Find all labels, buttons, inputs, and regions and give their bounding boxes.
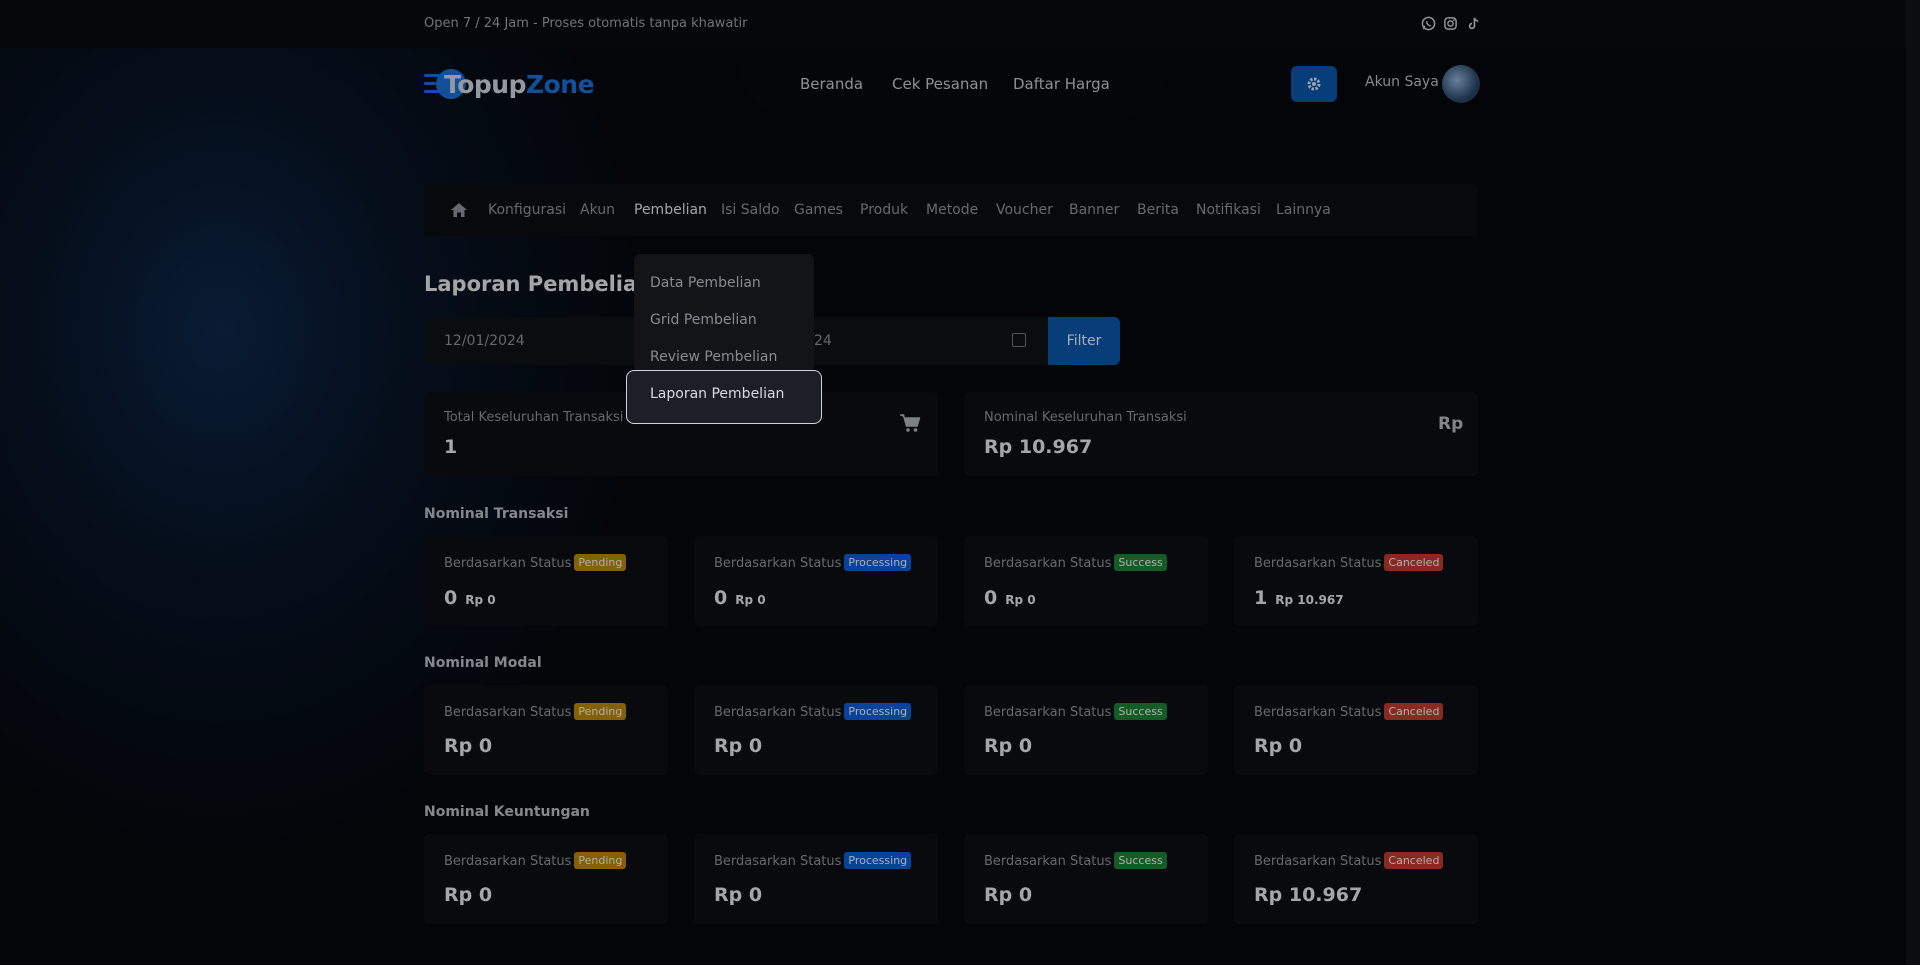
scrollbar[interactable] xyxy=(1906,0,1920,965)
dropdown-item-data-pembelian[interactable]: Data Pembelian xyxy=(650,275,761,291)
dropdown-item-laporan-label: Laporan Pembelian xyxy=(650,386,785,402)
dropdown-item-grid-pembelian[interactable]: Grid Pembelian xyxy=(650,312,757,328)
page-dim-overlay xyxy=(0,0,1920,965)
dropdown-item-review-pembelian[interactable]: Review Pembelian xyxy=(650,349,777,365)
